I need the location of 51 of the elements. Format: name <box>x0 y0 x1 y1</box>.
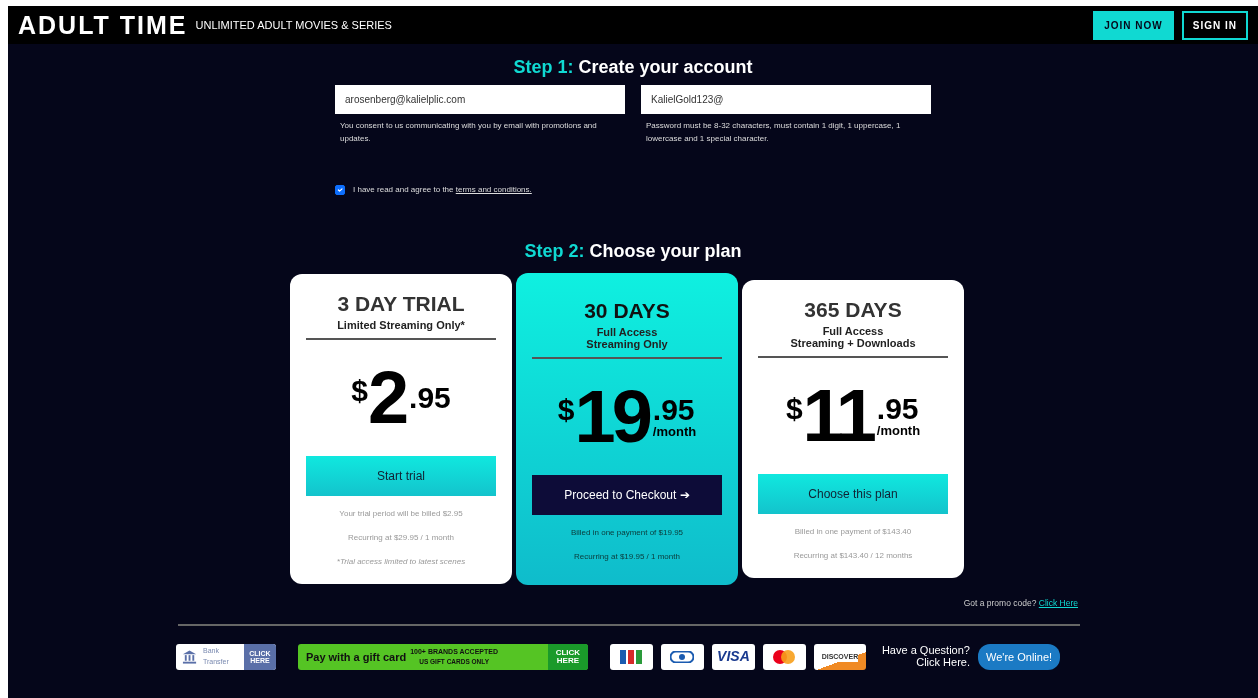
plan-title: 3 DAY TRIAL <box>336 291 466 315</box>
plan-title: 30 DAYS <box>583 298 671 322</box>
promo-text: Got a promo code? Click Here <box>963 597 1078 608</box>
header-button[interactable]: SIGN IN <box>1181 10 1248 40</box>
plan-subtitle: Full Access Streaming Only <box>532 325 722 359</box>
price-cents: .95 <box>876 394 919 425</box>
plan-note: Recurring at $19.95 / 1 month <box>573 550 681 563</box>
bank-icon <box>181 649 197 664</box>
price-currency: $ <box>557 394 575 425</box>
price-currency: $ <box>351 375 368 406</box>
help-text: You consent to us communicating with you by email with promotions and updates. <box>339 120 598 145</box>
price-period: /month <box>652 425 697 439</box>
plan-note: Recurring at $143.40 / 12 months <box>792 549 914 562</box>
plan-note: Recurring at $29.95 / 1 month <box>347 531 455 544</box>
terms-link[interactable]: terms and conditions. <box>455 184 532 194</box>
help-question: Have a Question? <box>881 645 970 657</box>
price-cents: .95 <box>652 395 695 426</box>
plan-button[interactable]: Choose this plan <box>758 473 948 514</box>
chat-button[interactable]: We're Online! <box>978 643 1061 671</box>
price-amount: 19 <box>574 379 649 454</box>
gift-card-label: Pay with a gift card <box>305 649 407 665</box>
help-text: Password must be 8-32 characters, must contain 1 digit, 1 uppercase, 1 lowercase and 1 special character. <box>645 120 902 145</box>
agree-text: I have read and agree to the terms and conditions. <box>353 183 532 196</box>
visa-logo: VISA <box>717 647 750 667</box>
header-button[interactable]: JOIN NOW <box>1093 10 1174 40</box>
plan-button[interactable]: Start trial <box>306 455 496 496</box>
tagline: UNLIMITED ADULT MOVIES & SERIES <box>195 17 392 33</box>
step-heading: Step 1: Create your account <box>512 56 754 79</box>
plan-subtitle: Limited Streaming Only* <box>306 319 496 340</box>
agree-checkbox[interactable] <box>335 184 345 195</box>
plan-note: Billed in one payment of $19.95 <box>569 526 685 539</box>
plan-note: *Trial access limited to latest scenes <box>335 555 467 568</box>
card-stripes-icon <box>620 649 643 664</box>
plan-note: Your trial period will be billed $2.95 <box>338 507 464 520</box>
price-amount: 11 <box>802 378 873 453</box>
logo[interactable]: ADULT TIME <box>18 12 188 38</box>
email-field[interactable]: arosenberg@kalielplic.com <box>335 85 625 114</box>
plan-subtitle: Full Access Streaming + Downloads <box>758 324 948 358</box>
step-heading: Step 2: Choose your plan <box>523 239 743 263</box>
help-link[interactable]: Click Here. <box>881 656 970 669</box>
plan-title: 365 DAYS <box>803 297 903 321</box>
overlapping-circles-icon <box>771 648 798 665</box>
price-amount: 2 <box>367 360 406 435</box>
plan-note: Billed in one payment of $143.40 <box>793 525 913 538</box>
click-here-label: CLICK HERE <box>547 643 588 670</box>
price-cents: .95 <box>409 382 451 413</box>
plan-button[interactable]: Proceed to Checkout ➔ <box>532 474 722 515</box>
price-period: /month <box>876 424 921 438</box>
password-field[interactable]: KalielGold123@ <box>641 85 931 114</box>
price-currency: $ <box>785 393 803 424</box>
promo-link[interactable]: Click Here <box>1038 597 1078 608</box>
